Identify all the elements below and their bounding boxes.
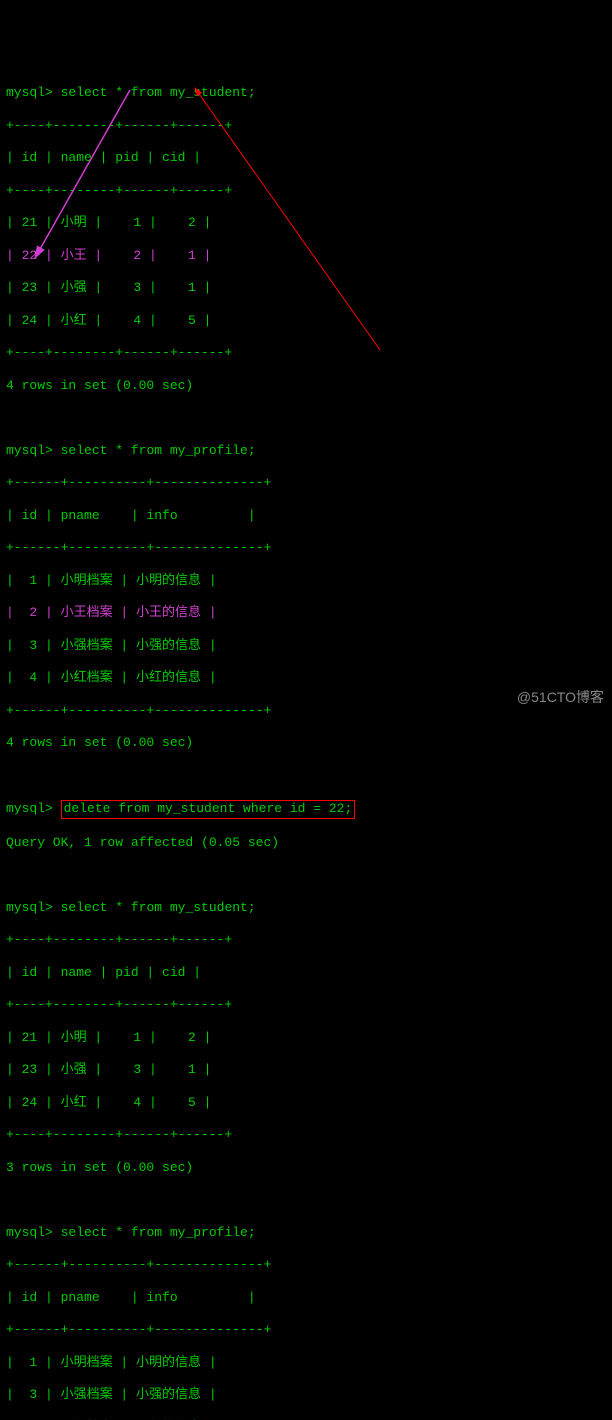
border: +------+----------+--------------+ bbox=[6, 475, 606, 491]
border: +----+--------+------+------+ bbox=[6, 183, 606, 199]
query-select-profile-1: select * from my_profile; bbox=[61, 443, 256, 458]
border: +------+----------+--------------+ bbox=[6, 1257, 606, 1273]
table-header: | id | name | pid | cid | bbox=[6, 150, 606, 166]
result-text: 4 rows in set (0.00 sec) bbox=[6, 735, 606, 751]
table-header: | id | name | pid | cid | bbox=[6, 965, 606, 981]
border: +----+--------+------+------+ bbox=[6, 932, 606, 948]
query-delete: delete from my_student where id = 22; bbox=[61, 800, 356, 818]
table-header: | id | pname | info | bbox=[6, 508, 606, 524]
prompt: mysql> bbox=[6, 443, 53, 458]
border: +------+----------+--------------+ bbox=[6, 1322, 606, 1338]
watermark: @51CTO博客 bbox=[517, 689, 604, 707]
result-text: 3 rows in set (0.00 sec) bbox=[6, 1160, 606, 1176]
table-row: | 21 | 小明 | 1 | 2 | bbox=[6, 1030, 606, 1046]
table-row: | 22 | 小王 | 2 | 1 | bbox=[6, 248, 606, 264]
result-text: 4 rows in set (0.00 sec) bbox=[6, 378, 606, 394]
table-row: | 24 | 小红 | 4 | 5 | bbox=[6, 1095, 606, 1111]
query-select-student-2: select * from my_student; bbox=[61, 900, 256, 915]
table-row: | 24 | 小红 | 4 | 5 | bbox=[6, 313, 606, 329]
border: +------+----------+--------------+ bbox=[6, 540, 606, 556]
prompt: mysql> bbox=[6, 801, 53, 816]
border: +----+--------+------+------+ bbox=[6, 345, 606, 361]
query-select-profile-2: select * from my_profile; bbox=[61, 1225, 256, 1240]
table-row: | 3 | 小强档案 | 小强的信息 | bbox=[6, 638, 606, 654]
border: +----+--------+------+------+ bbox=[6, 997, 606, 1013]
table-row: | 1 | 小明档案 | 小明的信息 | bbox=[6, 573, 606, 589]
prompt: mysql> bbox=[6, 900, 53, 915]
table-header: | id | pname | info | bbox=[6, 1290, 606, 1306]
result-text: Query OK, 1 row affected (0.05 sec) bbox=[6, 835, 606, 851]
query-select-student-1: select * from my_student; bbox=[61, 85, 256, 100]
border: +----+--------+------+------+ bbox=[6, 118, 606, 134]
table-row: | 2 | 小王档案 | 小王的信息 | bbox=[6, 605, 606, 621]
prompt: mysql> bbox=[6, 85, 53, 100]
border: +----+--------+------+------+ bbox=[6, 1127, 606, 1143]
table-row: | 23 | 小强 | 3 | 1 | bbox=[6, 1062, 606, 1078]
prompt: mysql> bbox=[6, 1225, 53, 1240]
table-row: | 1 | 小明档案 | 小明的信息 | bbox=[6, 1355, 606, 1371]
table-row: | 3 | 小强档案 | 小强的信息 | bbox=[6, 1387, 606, 1403]
table-row: | 23 | 小强 | 3 | 1 | bbox=[6, 280, 606, 296]
table-row: | 4 | 小红档案 | 小红的信息 | bbox=[6, 670, 606, 686]
terminal-output: mysql> select * from my_student; +----+-… bbox=[6, 69, 606, 1420]
table-row: | 21 | 小明 | 1 | 2 | bbox=[6, 215, 606, 231]
